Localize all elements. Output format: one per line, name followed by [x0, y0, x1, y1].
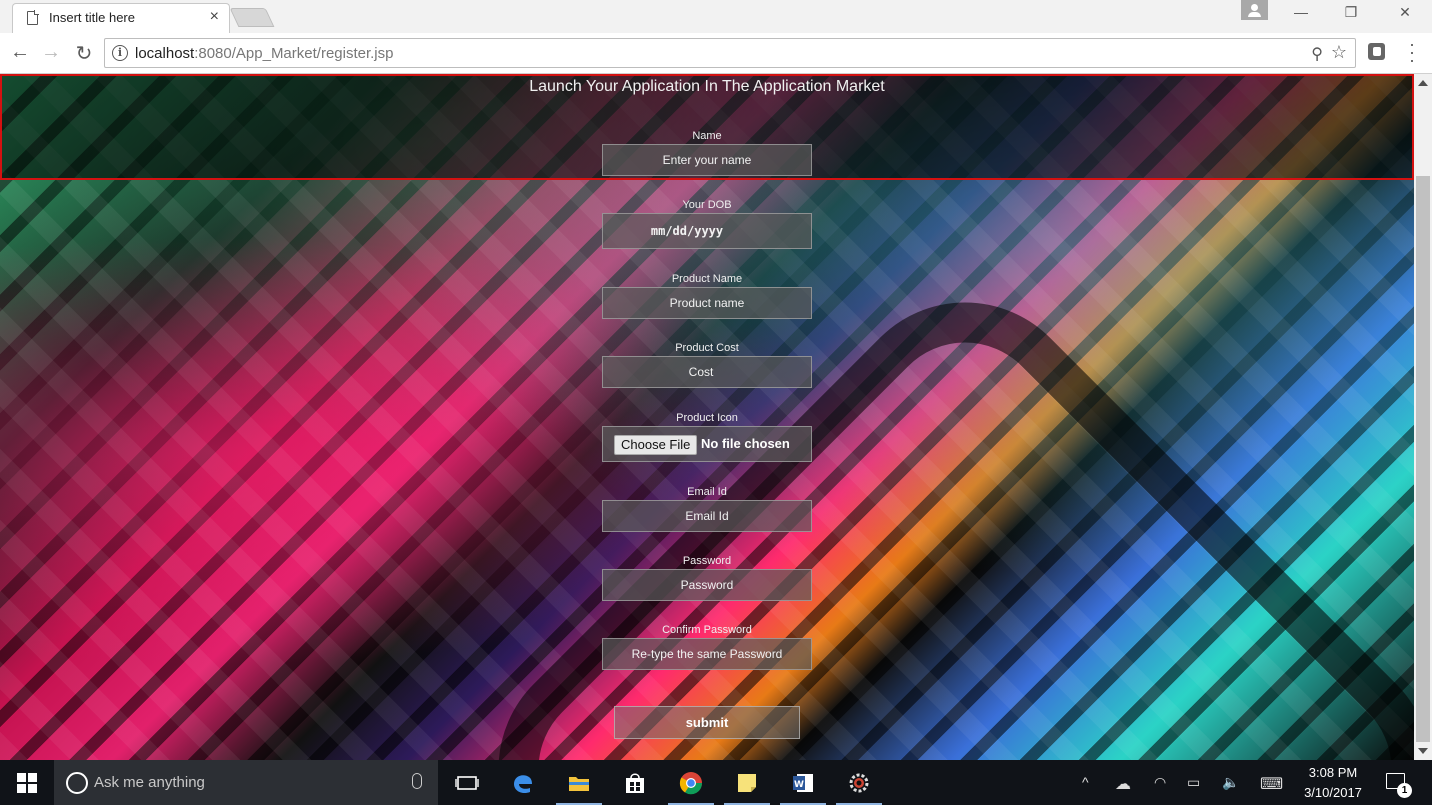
submit-button[interactable]: submit: [614, 706, 800, 739]
file-explorer-icon[interactable]: [552, 760, 606, 805]
product-cost-label: Product Cost: [675, 342, 739, 354]
battery-icon[interactable]: ▭: [1187, 774, 1200, 791]
restore-button[interactable]: ❐: [1336, 4, 1366, 21]
url-text[interactable]: localhost:8080/App_Market/register.jsp: [135, 45, 393, 62]
confirm-password-input[interactable]: Re-type the same Password: [602, 638, 812, 670]
cortana-icon: [66, 772, 88, 794]
edge-icon[interactable]: [496, 760, 550, 805]
page-title: Launch Your Application In The Applicati…: [529, 78, 885, 95]
microphone-icon[interactable]: [412, 773, 422, 789]
file-status-text: No file chosen: [701, 436, 790, 451]
wifi-icon[interactable]: ◠: [1154, 774, 1166, 791]
new-tab-button[interactable]: [229, 8, 275, 27]
name-input[interactable]: Enter your name: [602, 144, 812, 176]
reload-icon[interactable]: ↻: [72, 41, 96, 66]
info-icon[interactable]: i: [112, 45, 128, 61]
clock-date[interactable]: 3/10/2017: [1296, 785, 1370, 800]
dob-input[interactable]: mm/dd/yyyy: [602, 213, 812, 249]
menu-icon[interactable]: · · ·: [1404, 35, 1420, 69]
start-button[interactable]: [0, 760, 54, 805]
forward-icon[interactable]: →: [39, 41, 63, 64]
chrome-icon[interactable]: [664, 760, 718, 805]
vertical-scrollbar[interactable]: [1414, 74, 1432, 760]
tray-chevron-icon[interactable]: ^: [1082, 774, 1089, 790]
page-icon: [27, 10, 39, 25]
keyboard-icon[interactable]: ⌨: [1260, 774, 1283, 794]
volume-icon[interactable]: 🔈: [1222, 774, 1239, 791]
minimize-button[interactable]: —: [1286, 4, 1316, 20]
task-view-icon[interactable]: [440, 760, 494, 805]
product-name-label: Product Name: [671, 273, 743, 285]
settings-gear-icon[interactable]: [832, 760, 886, 805]
cortana-search-box[interactable]: Ask me anything: [54, 760, 438, 805]
back-icon[interactable]: ←: [8, 41, 32, 64]
name-label: Name: [692, 130, 722, 142]
windows-taskbar: Ask me anything W ^ ☁ ◠ ▭ 🔈 ⌨ 3:08 PM 3/…: [0, 760, 1432, 805]
choose-file-button[interactable]: Choose File: [614, 435, 698, 455]
browser-tab[interactable]: Insert title here ×: [12, 3, 230, 33]
extension-icon[interactable]: [1368, 43, 1385, 60]
url-path: :8080/App_Market/register.jsp: [194, 45, 394, 62]
sticky-notes-icon[interactable]: [720, 760, 774, 805]
product-name-input[interactable]: Product name: [602, 287, 812, 319]
dob-label: Your DOB: [682, 199, 732, 211]
profile-icon[interactable]: [1241, 0, 1268, 20]
browser-chrome: Insert title here × — ❐ ✕ ← → ↻ i localh…: [0, 0, 1432, 74]
confirm-password-label: Confirm Password: [662, 624, 752, 636]
password-label: Password: [682, 555, 732, 567]
close-window-button[interactable]: ✕: [1390, 4, 1420, 21]
scroll-up-icon[interactable]: [1418, 80, 1428, 86]
product-icon-file-input[interactable]: Choose File No file chosen: [602, 426, 812, 462]
search-placeholder: Ask me anything: [94, 774, 205, 791]
word-icon[interactable]: W: [776, 760, 830, 805]
page-viewport: Launch Your Application In The Applicati…: [0, 74, 1414, 760]
address-bar[interactable]: i localhost:8080/App_Market/register.jsp…: [104, 38, 1356, 68]
email-input[interactable]: Email Id: [602, 500, 812, 532]
email-label: Email Id: [687, 486, 727, 498]
windows-logo-icon: [17, 773, 37, 793]
svg-text:W: W: [794, 780, 804, 790]
scroll-down-icon[interactable]: [1418, 748, 1428, 754]
product-cost-input[interactable]: Cost: [602, 356, 812, 388]
scroll-thumb[interactable]: [1416, 176, 1430, 742]
notification-count-badge: 1: [1397, 783, 1412, 798]
tab-title: Insert title here: [49, 10, 135, 25]
tab-close-icon[interactable]: ×: [210, 8, 219, 26]
product-icon-label: Product Icon: [676, 412, 738, 424]
password-input[interactable]: Password: [602, 569, 812, 601]
zoom-icon[interactable]: ⚲: [1311, 44, 1323, 64]
store-icon[interactable]: [608, 760, 662, 805]
browser-toolbar: ← → ↻ i localhost:8080/App_Market/regist…: [0, 33, 1432, 74]
onedrive-icon[interactable]: ☁: [1115, 774, 1131, 794]
tab-strip: Insert title here × — ❐ ✕: [0, 0, 1432, 33]
star-icon[interactable]: ☆: [1331, 42, 1347, 63]
url-host: localhost: [135, 45, 195, 62]
clock-time[interactable]: 3:08 PM: [1302, 765, 1364, 780]
